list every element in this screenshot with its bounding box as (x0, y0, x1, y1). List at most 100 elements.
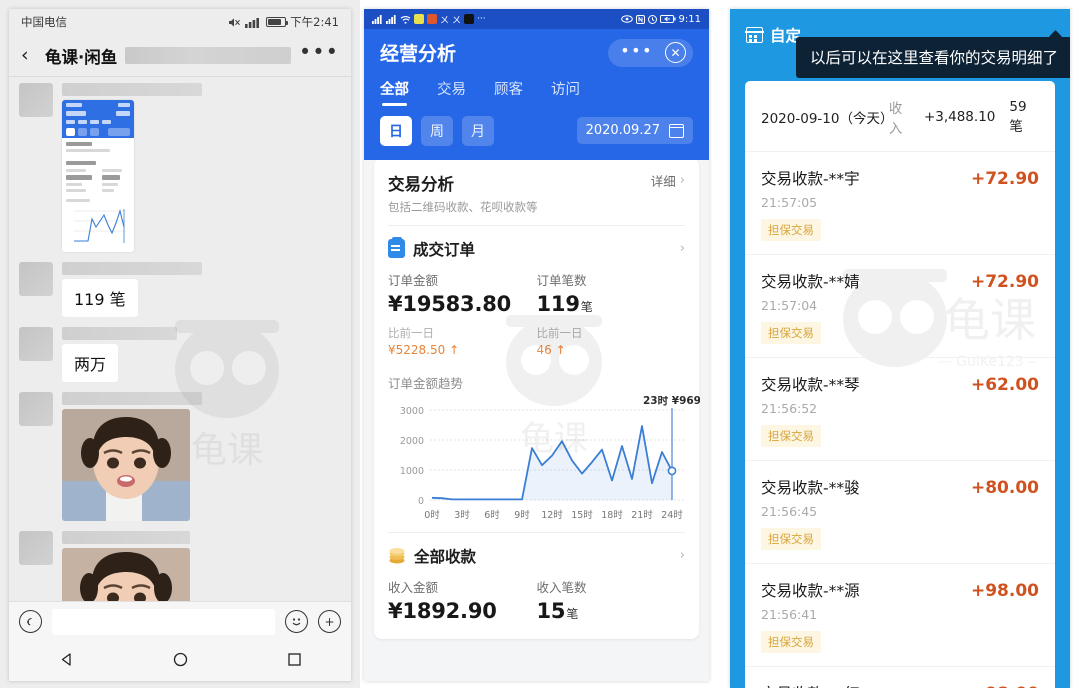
chevron-right-icon: › (679, 548, 685, 564)
summary-row: 2020-09-10（今天） 收入 +3,488.10 59笔 (745, 81, 1055, 152)
message-photo[interactable] (62, 409, 190, 521)
svg-text:3000: 3000 (400, 406, 424, 417)
tab-customers[interactable]: 顾客 (494, 78, 523, 106)
chat-title: 龟课·闲鱼 (45, 47, 118, 67)
more-icon: ··· (477, 14, 486, 24)
metric-label: 订单笔数 (536, 272, 587, 288)
avatar (19, 262, 53, 296)
calendar-icon[interactable] (745, 27, 764, 43)
metric-order-amount: 订单金额 ¥19583.80 比前一日 ¥5228.50 ↑ (388, 270, 537, 357)
svg-text:12时: 12时 (541, 509, 563, 521)
plus-icon[interactable]: + (318, 610, 341, 633)
emoji-icon[interactable] (285, 610, 308, 633)
status-badge: 担保交易 (761, 425, 821, 447)
message-text[interactable]: 119 笔 (62, 279, 138, 317)
metric-compare-value: 46 ↑ (536, 342, 566, 357)
chart-svg: 3000 2000 1000 0 23时 ¥969 0时 3时 6时 9时 12… (400, 394, 701, 521)
table-row[interactable]: 交易收款-**红 +98.00 21:55:32 (745, 667, 1055, 688)
table-row[interactable]: 交易收款-**骏 +80.00 21:56:45 担保交易 (745, 461, 1055, 564)
app-icon (414, 14, 424, 24)
battery-icon (266, 17, 289, 27)
svg-text:0时: 0时 (424, 509, 440, 521)
message-text[interactable]: 两万 (62, 344, 119, 382)
transaction-name: 交易收款-**骏 (761, 479, 860, 497)
page-title: 经营分析 (380, 43, 457, 66)
chat-input-bar: + (9, 601, 351, 641)
metric-income-amount: 收入金额 ¥1892.90 (388, 577, 537, 623)
tab-visits[interactable]: 访问 (551, 78, 580, 106)
back-triangle-icon[interactable] (59, 652, 74, 671)
list-item[interactable]: 两万 (9, 317, 351, 382)
orders-metrics: 订单金额 ¥19583.80 比前一日 ¥5228.50 ↑ 订单笔数 119笔… (374, 266, 699, 359)
summary-amount: +3,488.10 (923, 109, 996, 125)
transaction-amount: +98.00 (971, 684, 1039, 688)
date-label: 2020.09.27 (585, 123, 660, 139)
status-badge: 担保交易 (761, 631, 821, 653)
sender-name-blurred (62, 262, 202, 275)
clock-label: 下午2:41 (290, 15, 339, 29)
alarm-icon (647, 14, 657, 24)
segment-week[interactable]: 周 (421, 115, 453, 146)
segment-day[interactable]: 日 (380, 115, 412, 146)
list-item[interactable] (9, 77, 351, 252)
metric-income-count: 收入笔数 15笔 (537, 577, 686, 623)
battery-icon (659, 15, 676, 23)
detail-label: 详细 (650, 173, 676, 189)
status-badge: 担保交易 (761, 219, 821, 241)
table-row[interactable]: 交易收款-**婧 +72.90 21:57:04 担保交易 (745, 255, 1055, 358)
chevron-right-icon: › (679, 241, 685, 257)
signal-icon (386, 14, 396, 24)
metric-compare-value: ¥5228.50 ↑ (388, 342, 460, 357)
detail-link[interactable]: 详细 › (651, 171, 685, 190)
chart-annotation: 23时 ¥969 (643, 396, 700, 407)
svg-text:0: 0 (418, 496, 424, 507)
table-row[interactable]: 交易收款-**源 +98.00 21:56:41 担保交易 (745, 564, 1055, 667)
mid-status-bar: ㄨ ㄨ ··· 9:11 (364, 9, 709, 29)
chat-message-list[interactable]: 龟课 119 笔 两万 (9, 77, 351, 629)
metric-compare-label: 比前一日 (536, 325, 583, 340)
table-row[interactable]: 交易收款-**宇 +72.90 21:57:05 担保交易 (745, 152, 1055, 255)
card-title: 交易分析 (388, 174, 454, 194)
voice-icon[interactable] (19, 610, 42, 633)
metric-label: 收入金额 (388, 579, 439, 595)
left-phone-panel: 中国电信 下午2:41 ‹ 龟课·闲鱼 ••• 龟课 119 笔 两万 + (0, 0, 360, 688)
carrier-label: 中国电信 (21, 15, 67, 29)
calendar-icon[interactable] (668, 123, 685, 138)
app-icon: ㄨ (452, 15, 462, 26)
section-orders-header[interactable]: 成交订单 › (374, 226, 699, 266)
transaction-analysis-card: 交易分析 包括二维码收款、花呗收款等 详细 › 成交订单 › 订单金额 ¥195… (374, 159, 701, 639)
home-circle-icon[interactable] (173, 652, 188, 671)
svg-text:15时: 15时 (571, 509, 593, 521)
more-horizontal-icon[interactable]: ••• (299, 42, 339, 64)
status-badge: 担保交易 (761, 322, 821, 344)
list-item[interactable] (9, 382, 351, 521)
chevron-right-icon: › (679, 172, 685, 188)
range-selector: 日 周 月 2020.09.27 (380, 108, 693, 160)
transaction-amount: +62.00 (970, 375, 1039, 395)
list-item[interactable]: 119 笔 (9, 252, 351, 317)
transaction-time: 21:57:04 (761, 298, 818, 313)
tooltip-hint[interactable]: 以后可以在这里查看你的交易明细了 (796, 37, 1070, 78)
tab-transactions[interactable]: 交易 (437, 78, 466, 106)
chevron-left-icon[interactable]: ‹ (21, 46, 43, 65)
transaction-list-card[interactable]: 龟课 — GuiKe123 — 2020-09-10（今天） 收入 +3,488… (745, 81, 1055, 688)
table-row[interactable]: 交易收款-**琴 +62.00 21:56:52 担保交易 (745, 358, 1055, 461)
svg-text:1000: 1000 (400, 466, 424, 477)
date-picker[interactable]: 2020.09.27 (576, 117, 693, 145)
close-icon[interactable]: ✕ (665, 42, 686, 64)
transaction-time: 21:56:41 (761, 607, 818, 622)
avatar (19, 83, 53, 117)
svg-text:6时: 6时 (484, 509, 500, 521)
tab-all[interactable]: 全部 (380, 78, 409, 106)
android-nav-bar (9, 641, 351, 681)
chat-input[interactable] (52, 608, 275, 635)
analytics-scroll-area[interactable]: 龟课 交易分析 包括二维码收款、花呗收款等 详细 › (364, 159, 709, 679)
message-screenshot[interactable] (62, 100, 134, 252)
recents-square-icon[interactable] (287, 652, 302, 671)
wechat-chat-screen: 中国电信 下午2:41 ‹ 龟课·闲鱼 ••• 龟课 119 笔 两万 + (9, 9, 351, 681)
section-receipts-header[interactable]: 全部收款 › (374, 533, 699, 573)
segment-month[interactable]: 月 (462, 115, 494, 146)
tiktok-icon (464, 14, 475, 24)
more-horizontal-icon[interactable]: ••• (612, 42, 659, 64)
right-phone-panel: 自定 以后可以在这里查看你的交易明细了 龟课 — GuiKe123 — 2020… (720, 0, 1080, 688)
